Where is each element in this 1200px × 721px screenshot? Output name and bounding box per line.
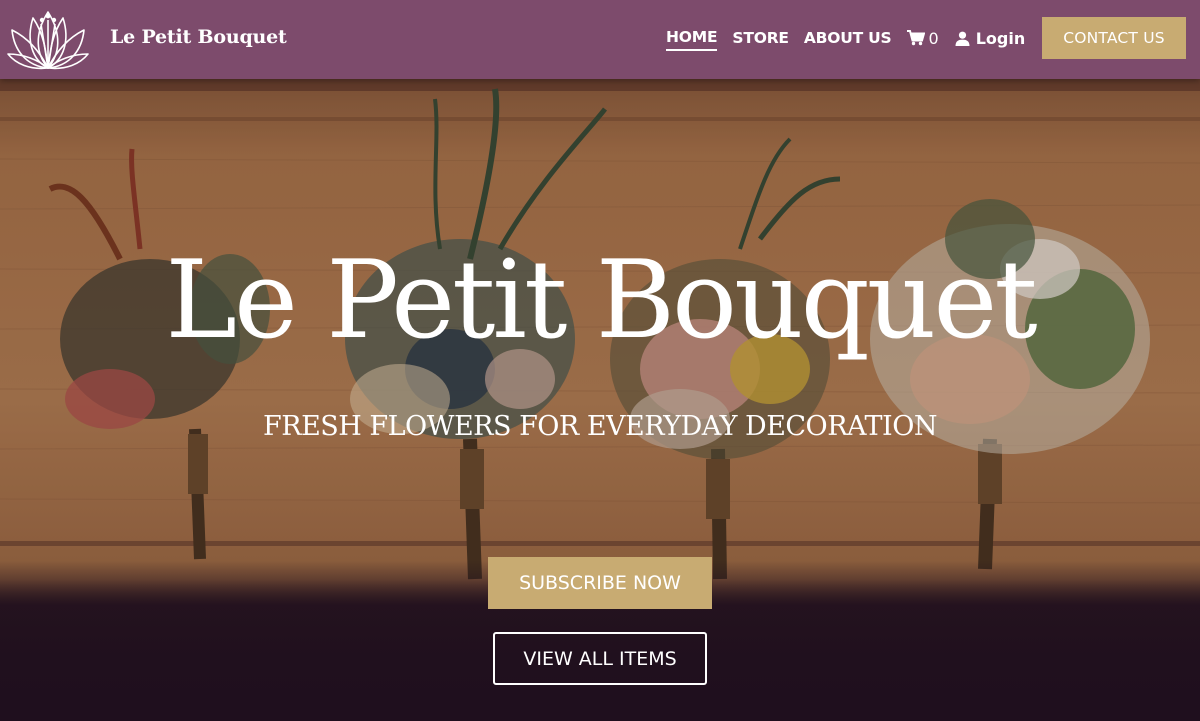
lotus-logo-icon[interactable] — [6, 4, 90, 72]
login-label: Login — [975, 28, 1026, 48]
hero-background-image — [0, 79, 1200, 721]
main-nav: HOME STORE ABOUT US 0 Login — [666, 26, 1026, 51]
nav-store[interactable]: STORE — [732, 27, 789, 49]
nav-home[interactable]: HOME — [666, 26, 718, 51]
nav-about-us[interactable]: ABOUT US — [804, 27, 892, 49]
contact-us-button[interactable]: CONTACT US — [1042, 17, 1186, 59]
login-link[interactable]: Login — [955, 28, 1026, 48]
user-icon — [955, 31, 970, 46]
hero-section: Le Petit Bouquet FRESH FLOWERS FOR EVERY… — [0, 79, 1200, 721]
cart-count: 0 — [928, 28, 939, 48]
subscribe-now-button[interactable]: SUBSCRIBE NOW — [488, 557, 712, 609]
brand-name[interactable]: Le Petit Bouquet — [110, 26, 287, 48]
site-header: Le Petit Bouquet HOME STORE ABOUT US 0 L… — [0, 0, 1200, 79]
view-all-items-button[interactable]: VIEW ALL ITEMS — [493, 632, 707, 685]
cart-link[interactable]: 0 — [906, 28, 939, 48]
hero-subtitle: FRESH FLOWERS FOR EVERYDAY DECORATION — [263, 411, 937, 442]
cart-icon — [906, 30, 925, 46]
hero-title: Le Petit Bouquet — [165, 238, 1037, 363]
